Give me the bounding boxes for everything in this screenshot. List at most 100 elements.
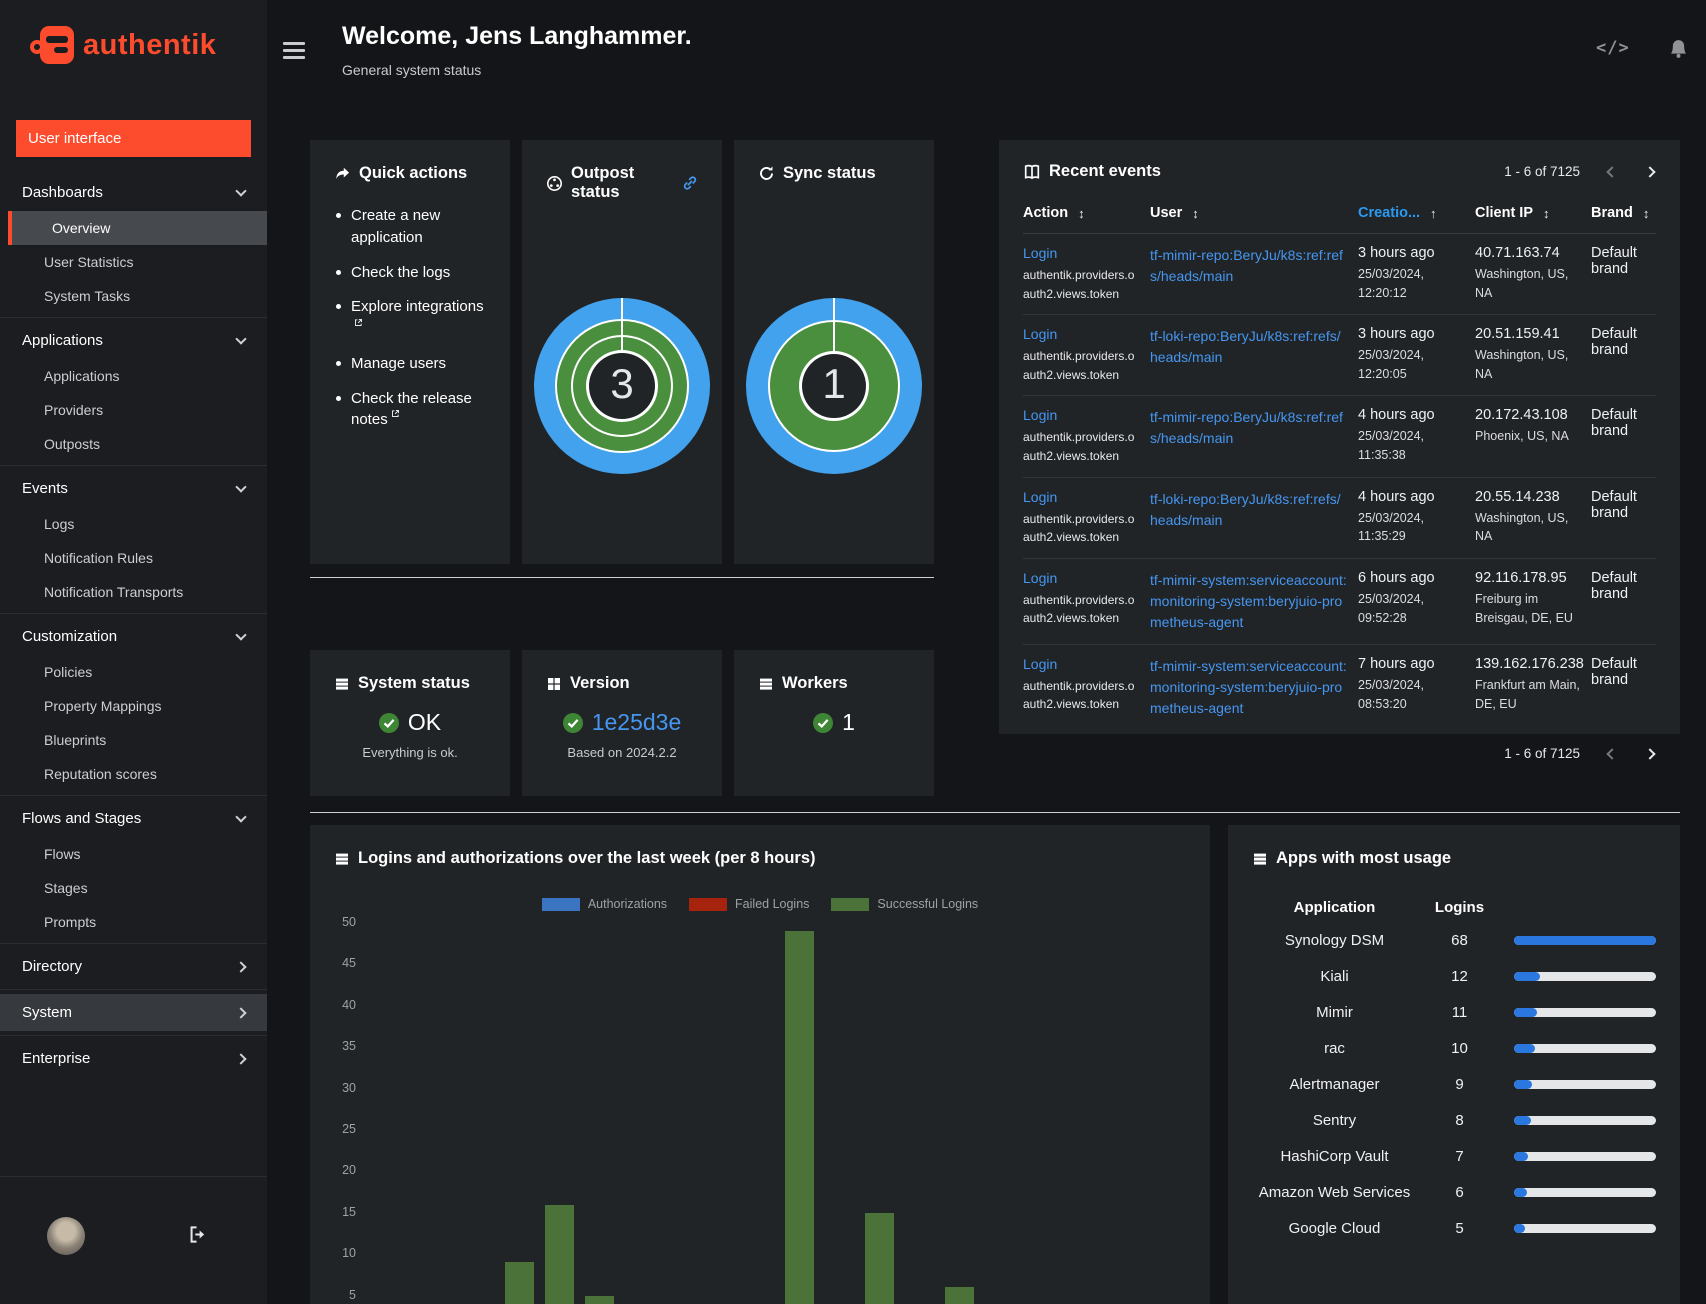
events-column-brand[interactable]: Brand ↕ — [1591, 205, 1659, 221]
divider — [310, 812, 1680, 813]
avatar[interactable] — [47, 1217, 85, 1255]
pagination-prev-icon[interactable] — [1606, 744, 1618, 763]
authentik-admin-dashboard: authentik User interface Dashboards Overv… — [0, 0, 1706, 1304]
event-user-link[interactable]: tf-mimir-system:serviceaccount:monitorin… — [1150, 656, 1348, 719]
page-header: Welcome, Jens Langhammer. General system… — [342, 22, 692, 78]
user-interface-button[interactable]: User interface — [16, 120, 251, 157]
chevron-right-icon — [235, 1052, 247, 1065]
bar-successful-logins — [865, 1212, 894, 1304]
version-subtitle: Based on 2024.2.2 — [567, 745, 677, 760]
outpost-hub-icon — [546, 175, 563, 192]
sidebar-item-notification-rules[interactable]: Notification Rules — [0, 541, 267, 575]
usage-progress-fill — [1514, 972, 1540, 981]
menu-hamburger-icon[interactable] — [283, 42, 305, 60]
sidebar-item-blueprints[interactable]: Blueprints — [0, 723, 267, 757]
event-action-detail: authentik.providers.oauth2.views.token — [1023, 678, 1135, 712]
event-user-link[interactable]: tf-mimir-repo:BeryJu/k8s:ref:refs/heads/… — [1150, 245, 1348, 287]
sidebar-group-enterprise: Enterprise — [0, 1035, 267, 1081]
link-icon[interactable] — [682, 175, 698, 191]
sidebar-item-overview[interactable]: Overview — [8, 211, 267, 245]
event-user-link[interactable]: tf-mimir-system:serviceaccount:monitorin… — [1150, 570, 1348, 633]
events-column-user[interactable]: User ↕ — [1150, 205, 1348, 221]
sidebar-item-user-statistics[interactable]: User Statistics — [0, 245, 267, 279]
app-name: Kiali — [1320, 968, 1349, 985]
chevron-down-icon — [235, 332, 247, 345]
sidebar-group-header-enterprise[interactable]: Enterprise — [0, 1040, 267, 1077]
sidebar-item-reputation-scores[interactable]: Reputation scores — [0, 757, 267, 791]
legend-label: Authorizations — [587, 897, 668, 911]
quick-action-manage-users[interactable]: Manage users — [334, 353, 486, 375]
sidebar-item-prompts[interactable]: Prompts — [0, 905, 267, 939]
chevron-right-icon — [235, 960, 247, 973]
event-action-link[interactable]: Login — [1023, 570, 1057, 586]
app-name: Synology DSM — [1284, 932, 1385, 949]
sidebar-item-property-mappings[interactable]: Property Mappings — [0, 689, 267, 723]
app-usage-row: HashiCorp Vault 7 — [1252, 1146, 1656, 1167]
event-user-link[interactable]: tf-loki-repo:BeryJu/k8s:ref:refs/heads/m… — [1150, 489, 1348, 531]
event-action-link[interactable]: Login — [1023, 326, 1057, 342]
sidebar-item-policies[interactable]: Policies — [0, 655, 267, 689]
sidebar-group-header-system[interactable]: System — [0, 994, 267, 1031]
event-user-link[interactable]: tf-loki-repo:BeryJu/k8s:ref:refs/heads/m… — [1150, 326, 1348, 368]
usage-progress-fill — [1514, 936, 1656, 945]
event-action-link[interactable]: Login — [1023, 407, 1057, 423]
share-arrow-icon — [334, 165, 351, 182]
event-action-link[interactable]: Login — [1023, 656, 1057, 672]
pagination-next-icon[interactable] — [1644, 744, 1656, 763]
quick-action-create-a-new-application[interactable]: Create a new application — [334, 205, 486, 249]
sidebar-group-header-flows-and-stages[interactable]: Flows and Stages — [0, 800, 267, 837]
pagination-next-icon[interactable] — [1644, 162, 1656, 181]
event-brand-cell: Default brand — [1591, 570, 1659, 633]
sidebar-item-stages[interactable]: Stages — [0, 871, 267, 905]
event-action-link[interactable]: Login — [1023, 489, 1057, 505]
app-usage-row: Alertmanager 9 — [1252, 1074, 1656, 1095]
sidebar-group-header-dashboards[interactable]: Dashboards — [0, 174, 267, 211]
quick-action-check-the-release-notes[interactable]: Check the release notes — [334, 388, 486, 432]
version-link[interactable]: 1e25d3e — [592, 709, 682, 736]
sidebar-item-providers[interactable]: Providers — [0, 393, 267, 427]
notifications-bell-icon[interactable] — [1668, 38, 1689, 59]
chevron-down-icon — [235, 184, 247, 197]
event-user-link[interactable]: tf-mimir-repo:BeryJu/k8s:ref:refs/heads/… — [1150, 407, 1348, 449]
sidebar-group-header-applications[interactable]: Applications — [0, 322, 267, 359]
chart-title: Logins and authorizations over the last … — [358, 849, 816, 867]
sidebar-group-system: System — [0, 989, 267, 1035]
sidebar-group-header-events[interactable]: Events — [0, 470, 267, 507]
app-name: Google Cloud — [1288, 1220, 1381, 1237]
usage-progress-bar — [1514, 1080, 1656, 1089]
event-action-link[interactable]: Login — [1023, 245, 1057, 261]
page-subtitle: General system status — [342, 62, 482, 78]
event-location: Washington, US, NA — [1475, 267, 1569, 300]
sidebar-item-outposts[interactable]: Outposts — [0, 427, 267, 461]
events-column-creatio-[interactable]: Creatio... ↑ — [1358, 205, 1465, 221]
api-code-icon[interactable]: </> — [1596, 38, 1630, 58]
events-column-client-ip[interactable]: Client IP ↕ — [1475, 205, 1581, 221]
y-tick-label: 35 — [342, 1039, 356, 1054]
legend-swatch — [689, 897, 728, 911]
sidebar-item-logs[interactable]: Logs — [0, 507, 267, 541]
sidebar-item-flows[interactable]: Flows — [0, 837, 267, 871]
bar-successful-logins — [785, 931, 814, 1304]
sidebar-group-header-customization[interactable]: Customization — [0, 618, 267, 655]
logout-icon[interactable] — [188, 1225, 207, 1244]
sidebar-group-label: Dashboards — [22, 184, 103, 201]
sync-status-card: Sync status 1 — [734, 140, 934, 564]
app-login-count: 12 — [1451, 968, 1468, 985]
sidebar-item-system-tasks[interactable]: System Tasks — [0, 279, 267, 313]
event-timestamp: 25/03/2024, 11:35:29 — [1358, 510, 1425, 544]
usage-progress-bar — [1514, 1044, 1656, 1053]
sidebar-group-header-directory[interactable]: Directory — [0, 948, 267, 985]
quick-action-check-the-logs[interactable]: Check the logs — [334, 262, 486, 284]
system-status-title: System status — [358, 674, 470, 692]
event-brand: Default brand — [1591, 245, 1637, 277]
app-login-count: 68 — [1451, 932, 1468, 949]
pagination-prev-icon[interactable] — [1606, 162, 1618, 181]
event-row: Login authentik.providers.oauth2.views.t… — [1023, 315, 1656, 397]
sync-status-title: Sync status — [783, 164, 876, 182]
event-timestamp: 25/03/2024, 08:53:20 — [1358, 677, 1425, 711]
quick-action-explore-integrations[interactable]: Explore integrations — [334, 296, 486, 340]
events-column-action[interactable]: Action ↕ — [1023, 205, 1140, 221]
event-action-detail: authentik.providers.oauth2.views.token — [1023, 349, 1135, 382]
sidebar-item-notification-transports[interactable]: Notification Transports — [0, 575, 267, 609]
sidebar-item-applications[interactable]: Applications — [0, 359, 267, 393]
